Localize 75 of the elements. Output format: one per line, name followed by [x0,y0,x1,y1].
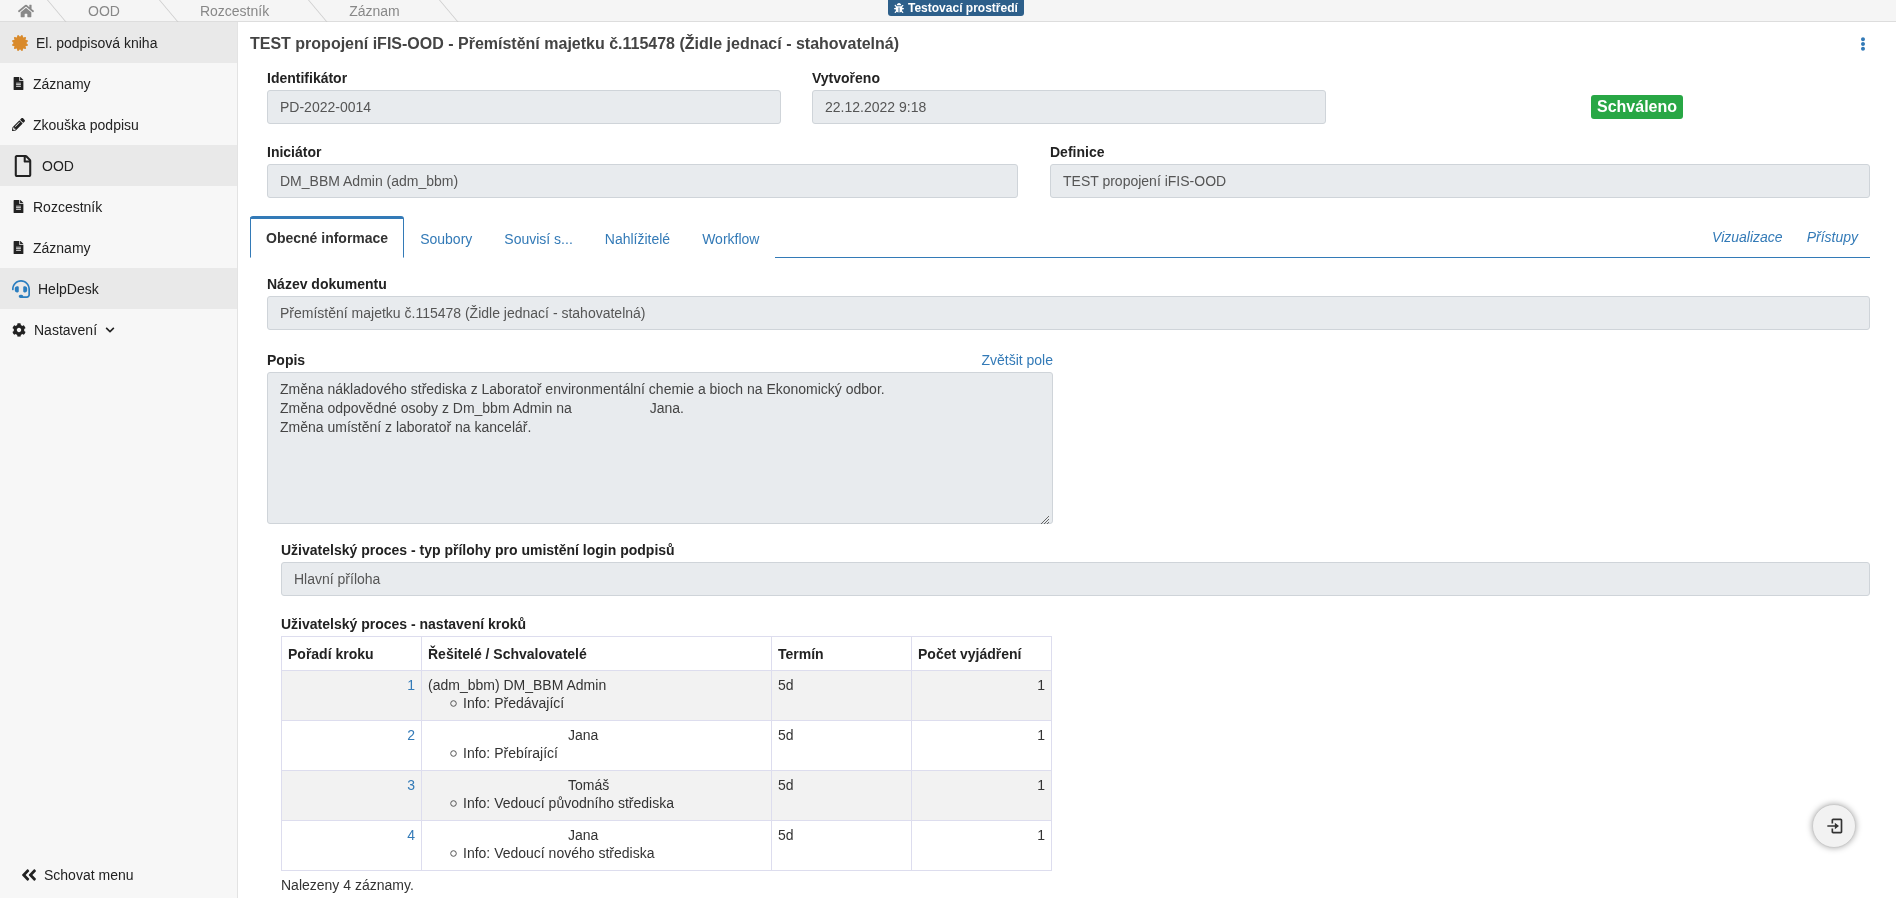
pencil-icon [12,118,25,131]
info-text: Info: Předávající [463,695,565,711]
document-icon [12,200,25,213]
table-cell: 5d [771,770,912,821]
attachment-type-field: Hlavní příloha [281,562,1870,596]
table-title: Uživatelský proces - nastavení kroků [281,615,528,634]
record-count: Nalezeny 4 záznamy. [281,877,415,893]
document-icon [12,241,25,254]
hide-menu-link[interactable]: Schovat menu [0,866,237,884]
enlarge-field-link[interactable]: Zvětšit pole [981,352,1053,368]
sidebar-item[interactable]: Nastavení [0,309,237,350]
settings-icon [12,322,26,337]
step-link[interactable]: 2 [407,727,415,743]
environment-label: Testovací prostředí [908,1,1018,15]
bullet-icon [450,699,457,707]
tab-link[interactable]: Přístupy [1794,217,1870,257]
tab-link[interactable]: Vizualizace [1700,217,1795,257]
tab[interactable]: Obecné informace [250,216,405,258]
table-cell: 1 [911,670,1052,721]
home-icon[interactable] [18,2,34,19]
field-label: Popis [267,351,306,370]
sign-in-icon [1824,816,1844,836]
field-label: Iniciátor [267,143,323,162]
bug-icon [894,3,904,13]
sidebar-section[interactable]: El. podpisová kniha [0,22,237,63]
sidebar-item[interactable]: Zkouška podpisu [0,104,237,145]
step-link[interactable]: 3 [407,777,415,793]
bullet-icon [450,749,457,757]
status-badge: Schváleno [1591,95,1684,119]
field-label: Identifikátor [267,69,349,88]
field-label: Uživatelský proces - typ přílohy pro umistění login podpisů [281,541,676,560]
created-field: 22.12.2022 9:18 [812,90,1326,124]
step-link[interactable]: 1 [407,677,415,693]
info-text: Info: Vedoucí nového střediska [463,845,655,861]
sidebar-item[interactable]: Záznamy [0,227,237,268]
field-label: Definice [1050,143,1106,162]
bullet-icon [450,799,457,807]
identifier-field: PD-2022-0014 [267,90,781,124]
column-header: Řešitelé / Schvalovatelé [421,636,772,671]
column-header: Počet vyjádření [911,636,1052,671]
solver-name: (adm_bbm) DM_BBM Admin [428,677,607,693]
table-cell: 5d [771,670,912,721]
sidebar-section[interactable]: HelpDesk [0,268,237,309]
breadcrumb-link[interactable]: Záznam [309,0,426,22]
solver-name: Jana [567,727,599,743]
bullet-icon [450,849,457,857]
table-cell: 1 [911,820,1052,871]
initiator-field: DM_BBM Admin (adm_bbm) [267,164,1018,198]
field-label: Vytvořeno [812,69,881,88]
table-cell: 5d [771,720,912,771]
sidebar-section[interactable]: OOD [0,145,237,186]
sidebar-item[interactable]: Rozcestník [0,186,237,227]
table-cell: 1 [911,720,1052,771]
column-header: Termín [771,636,912,671]
document-name-field: Přemístění majetku č.115478 (Židle jednací - stahovatelná) [267,296,1870,330]
column-header: Pořadí kroku [281,636,422,671]
document-icon [12,154,34,177]
record-title: TEST propojení iFIS-OOD - Přemístění majetku č.115478 (Židle jednací - stahovatelná) [250,35,900,53]
exit-button[interactable] [1812,804,1856,848]
description-textarea[interactable]: Změna nákladového střediska z Laboratoř environmentální chemie a bioch na Ekonomický odbor. Změna odpovědné osoby z Dm_bbm Admin na Jana. Změna umístění z laboratoř na kancelář. [267,372,1053,524]
breadcrumb-link[interactable]: OOD [48,0,146,22]
table-cell: 1 [911,770,1052,821]
table-cell: 5d [771,820,912,871]
field-label: Název dokumentu [267,275,388,294]
step-link[interactable]: 4 [407,827,415,843]
double-chevron-icon [20,866,38,884]
info-text: Info: Přebírající [463,745,558,761]
definition-field: TEST propojení iFIS-OOD [1050,164,1870,198]
solver-name: Jana [567,827,599,843]
breadcrumb-link[interactable]: Rozcestník [159,0,296,22]
document-icon [12,77,25,90]
headset-icon [12,279,30,298]
sidebar-item[interactable]: Záznamy [0,63,237,104]
solver-name: Tomáš [567,777,610,793]
info-text: Info: Vedoucí původního střediska [463,795,674,811]
